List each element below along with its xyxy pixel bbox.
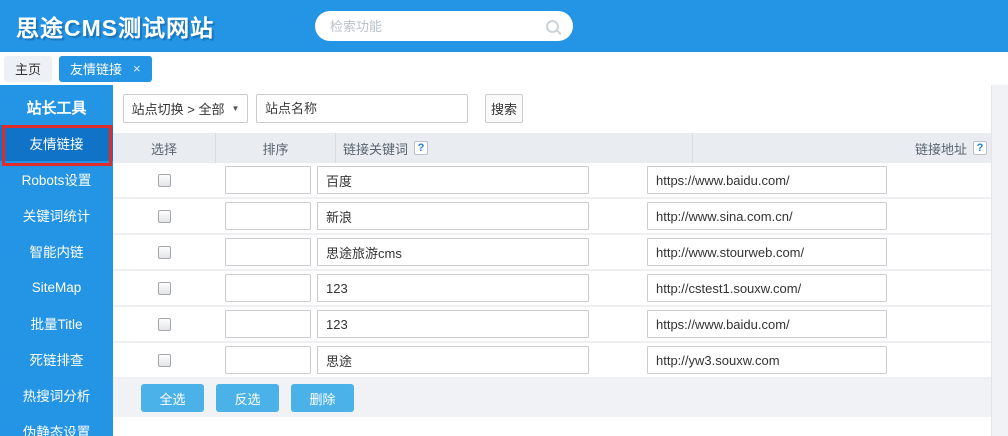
help-icon[interactable]: ?	[414, 141, 428, 155]
row-url-input[interactable]	[647, 310, 887, 338]
header-search-box	[315, 11, 573, 41]
column-header-select: 选择	[113, 133, 215, 163]
table-row	[113, 271, 1008, 307]
row-url-input[interactable]	[647, 166, 887, 194]
row-select-checkbox[interactable]	[158, 210, 171, 223]
header-search-input[interactable]	[315, 19, 546, 34]
row-url-input[interactable]	[647, 274, 887, 302]
sidebar-item-smart-links[interactable]: 智能内链	[0, 233, 113, 269]
table-row	[113, 199, 1008, 235]
sidebar-item-sitemap[interactable]: SiteMap	[0, 269, 113, 305]
table-row	[113, 343, 1008, 379]
tab-bar: 主页 友情链接 ×	[0, 52, 1008, 85]
app-window: 思途CMS测试网站 主页 友情链接 × 站长工具 友情链接 Robots设置 关…	[0, 0, 1008, 436]
content-panel: 站点切换 > 全部 ▼ 搜索 选择 排序 链接关键词 ? 链接地址 ?	[113, 85, 1008, 436]
row-keyword-input[interactable]	[317, 166, 589, 194]
sidebar-item-robots-settings[interactable]: Robots设置	[0, 161, 113, 197]
sidebar-item-batch-title[interactable]: 批量Title	[0, 305, 113, 341]
vertical-scrollbar[interactable]	[991, 85, 1008, 436]
row-url-input[interactable]	[647, 346, 887, 374]
column-header-sort: 排序	[215, 133, 335, 163]
row-keyword-input[interactable]	[317, 238, 589, 266]
row-keyword-input[interactable]	[317, 202, 589, 230]
row-select-checkbox[interactable]	[158, 174, 171, 187]
table-row	[113, 307, 1008, 343]
row-keyword-input[interactable]	[317, 274, 589, 302]
tab-friend-links[interactable]: 友情链接 ×	[59, 56, 152, 82]
tab-home[interactable]: 主页	[4, 56, 52, 82]
filter-toolbar: 站点切换 > 全部 ▼ 搜索	[113, 85, 1008, 133]
row-sort-input[interactable]	[225, 202, 311, 230]
sidebar-item-dead-links[interactable]: 死链排查	[0, 341, 113, 377]
sidebar: 站长工具 友情链接 Robots设置 关键词统计 智能内链 SiteMap 批量…	[0, 85, 113, 436]
sidebar-item-hot-search[interactable]: 热搜词分析	[0, 377, 113, 413]
top-header-bar: 思途CMS测试网站	[0, 0, 1008, 52]
row-sort-input[interactable]	[225, 274, 311, 302]
row-sort-input[interactable]	[225, 166, 311, 194]
chevron-down-icon: ▼	[231, 104, 239, 113]
table-body	[113, 163, 1008, 379]
bulk-action-bar: 全选 反选 删除	[113, 379, 1008, 417]
table-header: 选择 排序 链接关键词 ? 链接地址 ?	[113, 133, 1008, 163]
tab-friend-links-label: 友情链接	[70, 59, 122, 78]
site-logo: 思途CMS测试网站	[16, 9, 214, 43]
help-icon[interactable]: ?	[973, 141, 987, 155]
tab-home-label: 主页	[15, 59, 41, 78]
site-switch-dropdown[interactable]: 站点切换 > 全部 ▼	[123, 94, 248, 123]
row-select-checkbox[interactable]	[158, 318, 171, 331]
row-keyword-input[interactable]	[317, 310, 589, 338]
column-header-keyword-label: 链接关键词	[343, 139, 408, 158]
row-select-checkbox[interactable]	[158, 282, 171, 295]
search-icon[interactable]	[546, 20, 559, 33]
sidebar-item-friend-links[interactable]: 友情链接	[0, 125, 113, 161]
column-header-keyword: 链接关键词 ?	[335, 133, 692, 163]
row-keyword-input[interactable]	[317, 346, 589, 374]
row-sort-input[interactable]	[225, 346, 311, 374]
row-select-checkbox[interactable]	[158, 246, 171, 259]
row-url-input[interactable]	[647, 202, 887, 230]
column-header-url: 链接地址 ?	[692, 133, 1008, 163]
column-header-url-label: 链接地址	[915, 139, 967, 158]
main-area: 站长工具 友情链接 Robots设置 关键词统计 智能内链 SiteMap 批量…	[0, 85, 1008, 436]
site-switch-label: 站点切换 > 全部	[132, 99, 225, 118]
search-button[interactable]: 搜索	[485, 94, 523, 123]
sidebar-item-webmaster-tools[interactable]: 站长工具	[0, 89, 113, 125]
table-row	[113, 163, 1008, 199]
row-url-input[interactable]	[647, 238, 887, 266]
row-sort-input[interactable]	[225, 310, 311, 338]
site-name-input[interactable]	[256, 94, 468, 123]
row-sort-input[interactable]	[225, 238, 311, 266]
row-select-checkbox[interactable]	[158, 354, 171, 367]
sidebar-item-pseudo-static[interactable]: 伪静态设置	[0, 413, 113, 436]
select-all-button[interactable]: 全选	[141, 384, 204, 412]
close-icon[interactable]: ×	[133, 62, 141, 75]
delete-button[interactable]: 删除	[291, 384, 354, 412]
sidebar-item-keyword-stats[interactable]: 关键词统计	[0, 197, 113, 233]
table-row	[113, 235, 1008, 271]
invert-selection-button[interactable]: 反选	[216, 384, 279, 412]
